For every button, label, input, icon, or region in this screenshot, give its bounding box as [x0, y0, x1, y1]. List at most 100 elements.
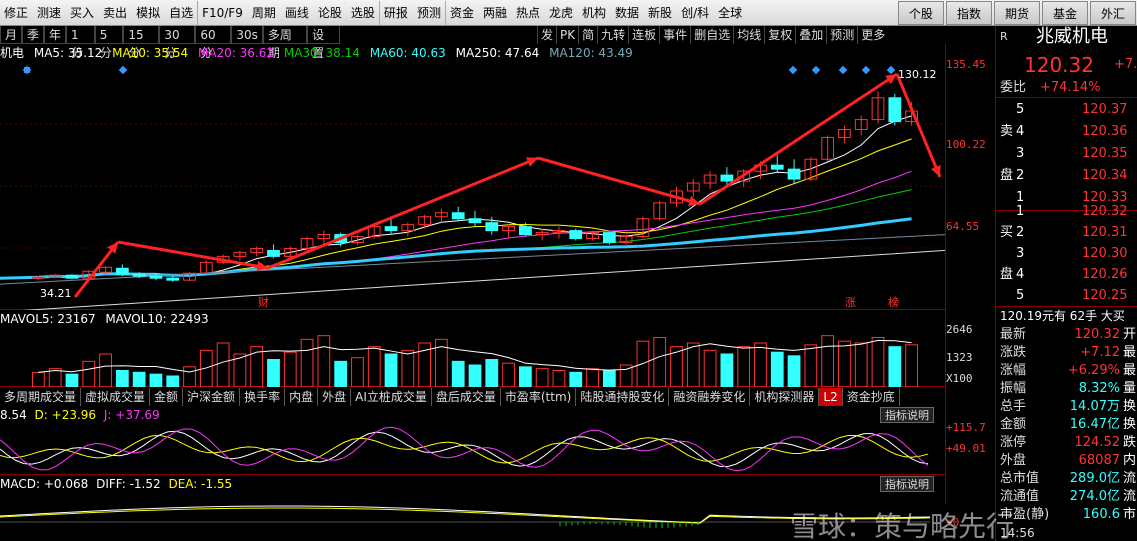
buy-level-row[interactable]: 盘 4 120.26 — [996, 265, 1137, 285]
indicator-tab-1[interactable]: 虚拟成交量 — [81, 388, 151, 406]
toolbar-item-5[interactable]: 自选 — [165, 0, 199, 25]
toolbar-item-17[interactable]: 机构 — [578, 1, 611, 25]
stock-name[interactable]: 兆威机电 — [1036, 26, 1108, 48]
toolbar-item-7[interactable]: 周期 — [248, 1, 281, 25]
vol-tick: 1323 — [946, 351, 973, 364]
indicator-tab-7[interactable]: AI立桩成交量 — [351, 388, 432, 406]
indicator-tab-0[interactable]: 多周期成交量 — [0, 388, 82, 406]
indicator-tab-6[interactable]: 外盘 — [318, 388, 352, 406]
indicator-tab-8[interactable]: 盘后成交量 — [432, 388, 501, 406]
func-button-10[interactable]: 预测 — [826, 26, 857, 44]
macd-diff-value: DIFF: -1.52 — [96, 477, 161, 491]
sell-level-row[interactable]: 卖 4 120.36 — [996, 122, 1137, 142]
func-button-1[interactable]: PK — [556, 26, 578, 44]
indicator-tab-4[interactable]: 换手率 — [240, 388, 286, 406]
stat-row: 涨停 124.52 跌 — [996, 434, 1137, 452]
func-button-0[interactable]: 发 — [537, 26, 556, 44]
func-button-5[interactable]: 事件 — [659, 26, 690, 44]
period-button-4[interactable]: 5分 — [94, 26, 124, 60]
period-button-2[interactable]: 年 — [44, 26, 67, 44]
func-button-3[interactable]: 九转 — [597, 26, 628, 44]
func-button-7[interactable]: 均线 — [733, 26, 764, 44]
stat-row: 外盘 68087 内 — [996, 452, 1137, 470]
toolbar-item-18[interactable]: 数据 — [611, 1, 644, 25]
toolbar-item-13[interactable]: 资金 — [446, 1, 479, 25]
market-tab-4[interactable]: 外汇 — [1089, 1, 1136, 25]
period-button-8[interactable]: 30s — [231, 26, 263, 44]
toolbar-item-19[interactable]: 新股 — [644, 1, 677, 25]
buy-level-row[interactable]: 1 120.32 — [996, 202, 1137, 222]
indicator-explain-button[interactable]: 指标说明 — [880, 476, 934, 492]
kdj-chart[interactable] — [0, 423, 945, 475]
toolbar-item-21[interactable]: 全球 — [714, 1, 747, 25]
indicator-tab-13[interactable]: L2 — [819, 388, 843, 406]
func-button-4[interactable]: 连板 — [628, 26, 659, 44]
volume-bar — [216, 342, 230, 388]
buy-level-row[interactable]: 5 120.25 — [996, 286, 1137, 306]
toolbar-item-6[interactable]: F10/F9 — [198, 1, 248, 25]
func-button-2[interactable]: 简 — [578, 26, 597, 44]
toolbar-item-3[interactable]: 卖出 — [99, 1, 132, 25]
volume-bar — [401, 349, 415, 388]
candlestick-chart[interactable]: 财 涨 榜 130.12 34.21 — [0, 49, 946, 313]
volume-bar — [653, 337, 667, 388]
candle-body — [519, 226, 532, 236]
toolbar-item-10[interactable]: 选股 — [347, 0, 380, 25]
quote-title-row: R 兆威机电 — [996, 26, 1137, 50]
buy-level: 2 — [1016, 225, 1025, 240]
toolbar-item-12[interactable]: 预测 — [413, 0, 446, 25]
period-button-5[interactable]: 15分 — [123, 26, 160, 60]
toolbar-item-11[interactable]: 研报 — [380, 1, 413, 25]
market-tab-3[interactable]: 基金 — [1041, 1, 1088, 25]
indicator-tab-9[interactable]: 市盈率(ttm) — [501, 388, 577, 406]
low-price-label: 34.21 — [40, 287, 72, 300]
volume-bar — [166, 375, 180, 388]
event-marker-bang[interactable]: 榜 — [888, 294, 899, 310]
toolbar-item-20[interactable]: 创/科 — [677, 1, 714, 25]
toolbar-item-4[interactable]: 模拟 — [132, 1, 165, 25]
toolbar-item-9[interactable]: 论股 — [314, 1, 347, 25]
event-marker-cai[interactable]: 财 — [258, 294, 269, 310]
period-button-10[interactable]: 设置 — [307, 26, 340, 60]
volume-bar — [317, 335, 331, 388]
toolbar-item-16[interactable]: 龙虎 — [545, 1, 578, 25]
func-button-9[interactable]: 叠加 — [795, 26, 826, 44]
indicator-tab-10[interactable]: 陆股通持股变化 — [576, 388, 670, 406]
market-tab-2[interactable]: 期货 — [993, 1, 1040, 25]
toolbar-item-8[interactable]: 画线 — [281, 1, 314, 25]
sell-level-row[interactable]: 盘 2 120.34 — [996, 166, 1137, 186]
indicator-tab-5[interactable]: 内盘 — [285, 388, 319, 406]
indicator-tab-12[interactable]: 机构探测器 — [750, 388, 820, 406]
func-button-8[interactable]: 复权 — [764, 26, 795, 44]
volume-chart[interactable] — [0, 327, 945, 388]
period-button-6[interactable]: 30分 — [159, 26, 196, 60]
candle-body — [132, 273, 146, 277]
period-button-7[interactable]: 60分 — [195, 26, 232, 60]
toolbar-item-15[interactable]: 热点 — [512, 1, 545, 25]
period-button-3[interactable]: 1分 — [66, 26, 95, 60]
func-button-11[interactable]: 更多 — [857, 26, 888, 44]
buy-level: 5 — [1016, 288, 1025, 303]
event-marker-zhang[interactable]: 涨 — [845, 294, 856, 310]
period-button-9[interactable]: 多周期 — [262, 26, 308, 60]
indicator-tab-14[interactable]: 资金抄底 — [843, 388, 900, 406]
indicator-tab-11[interactable]: 融资融券变化 — [669, 388, 751, 406]
market-tab-1[interactable]: 指数 — [945, 1, 992, 25]
func-button-6[interactable]: 删自选 — [690, 26, 733, 44]
toolbar-item-2[interactable]: 买入 — [66, 1, 99, 25]
stat-row: 总手 14.07万换 — [996, 398, 1137, 416]
period-button-0[interactable]: 月 — [0, 26, 23, 44]
buy-level-row[interactable]: 买 2 120.31 — [996, 223, 1137, 243]
sell-level-row[interactable]: 5 120.37 — [996, 100, 1137, 120]
sell-level-row[interactable]: 3 120.35 — [996, 144, 1137, 164]
buy-level-row[interactable]: 3 120.30 — [996, 244, 1137, 264]
indicator-tab-2[interactable]: 金额 — [150, 388, 184, 406]
stat-tail: 最 — [1122, 345, 1136, 360]
market-tab-0[interactable]: 个股 — [897, 1, 944, 25]
indicator-tab-3[interactable]: 沪深金额 — [183, 388, 241, 406]
period-button-1[interactable]: 季 — [22, 26, 45, 44]
toolbar-item-14[interactable]: 两融 — [479, 1, 512, 25]
indicator-explain-button[interactable]: 指标说明 — [880, 407, 934, 423]
toolbar-item-0[interactable]: 修正 — [0, 1, 33, 25]
toolbar-item-1[interactable]: 测速 — [33, 1, 66, 25]
